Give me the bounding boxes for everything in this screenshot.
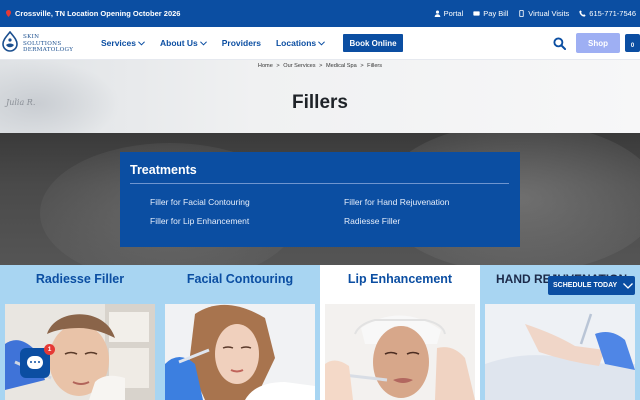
treatment-tabs: Radiesse Filler Facial Contouring Lip En… <box>0 265 640 400</box>
breadcrumb-separator: > <box>360 63 364 69</box>
virtual-visits-label: Virtual Visits <box>528 9 570 18</box>
nav-locations[interactable]: Locations <box>275 38 326 48</box>
card-icon <box>473 11 480 16</box>
tab-label: Radiesse Filler <box>35 272 125 286</box>
breadcrumb-our-services[interactable]: Our Services <box>283 63 315 69</box>
chat-widget-button[interactable]: 1 <box>20 344 55 378</box>
treatment-link-facial-contouring[interactable]: Filler for Facial Contouring <box>150 197 250 207</box>
announcement[interactable]: Crossville, TN Location Opening October … <box>6 9 180 18</box>
chat-notification-badge: 1 <box>44 344 55 355</box>
facial-contouring-photo <box>165 304 315 400</box>
book-online-button[interactable]: Book Online <box>343 34 403 52</box>
nav-services[interactable]: Services <box>101 38 145 48</box>
phone-number: 615-771-7546 <box>589 9 636 18</box>
location-pin-icon <box>6 10 11 17</box>
search-icon[interactable] <box>553 37 566 50</box>
top-links: Portal Pay Bill Virtual Visits 615-771-7… <box>434 9 636 18</box>
nav-services-label: Services <box>101 38 136 48</box>
logo-line-3: DERMATOLOGY <box>23 47 74 54</box>
tab-label: Facial Contouring <box>186 272 294 286</box>
shop-button[interactable]: Shop <box>576 33 620 53</box>
page-title: Fillers <box>292 92 348 113</box>
main-nav: Services About Us Providers Locations <box>101 38 326 48</box>
chevron-down-icon <box>199 40 207 45</box>
portal-link[interactable]: Portal <box>434 9 464 18</box>
phone-device-icon <box>519 10 524 17</box>
tab-label: Lip Enhancement <box>347 272 453 286</box>
chat-dots-icon <box>30 361 40 364</box>
lip-enhancement-photo <box>325 304 475 400</box>
breadcrumb: Home > Our Services > Medical Spa > Fill… <box>0 63 640 69</box>
site-header: SKIN SOLUTIONS DERMATOLOGY Services Abou… <box>0 27 640 60</box>
nav-providers-label: Providers <box>221 38 261 48</box>
pay-bill-label: Pay Bill <box>483 9 509 18</box>
portal-label: Portal <box>443 9 464 18</box>
nav-providers[interactable]: Providers <box>222 38 261 48</box>
breadcrumb-separator: > <box>276 63 280 69</box>
breadcrumb-current: Fillers <box>367 63 383 69</box>
page: Crossville, TN Location Opening October … <box>0 0 640 400</box>
treatments-title: Treatments <box>130 163 197 177</box>
schedule-today-label: SCHEDULE TODAY <box>553 282 618 289</box>
announcement-text: Crossville, TN Location Opening October … <box>15 9 181 18</box>
breadcrumb-medical-spa[interactable]: Medical Spa <box>326 63 357 69</box>
virtual-visits-link[interactable]: Virtual Visits <box>518 9 569 18</box>
hand-rejuvenation-photo <box>485 304 635 400</box>
logo-text: SKIN SOLUTIONS DERMATOLOGY <box>23 34 73 53</box>
logo[interactable]: SKIN SOLUTIONS DERMATOLOGY <box>0 30 82 58</box>
tab-facial-contouring[interactable]: Facial Contouring <box>160 265 320 400</box>
nav-about-us-label: About Us <box>159 38 198 48</box>
treatment-link-lip-enhancement[interactable]: Filler for Lip Enhancement <box>150 216 249 226</box>
treatments-panel: Treatments Filler for Facial Contouring … <box>120 152 520 247</box>
treatment-link-radiesse-filler[interactable]: Radiesse Filler <box>344 216 400 226</box>
chevron-down-icon <box>138 40 145 45</box>
chevron-down-icon <box>318 40 326 45</box>
cart-count: 0 <box>630 43 635 49</box>
nav-about-us[interactable]: About Us <box>160 38 207 48</box>
phone-icon <box>579 10 586 17</box>
tab-lip-enhancement[interactable]: Lip Enhancement <box>320 265 480 400</box>
breadcrumb-home[interactable]: Home <box>258 63 273 69</box>
schedule-today-button[interactable]: SCHEDULE TODAY <box>548 276 635 295</box>
announcement-bar: Crossville, TN Location Opening October … <box>0 0 640 27</box>
cart-button[interactable]: 0 <box>625 34 640 52</box>
phone-link[interactable]: 615-771-7546 <box>579 9 636 18</box>
nav-locations-label: Locations <box>275 38 317 48</box>
person-icon <box>434 10 440 17</box>
breadcrumb-separator: > <box>319 63 323 69</box>
treatment-link-hand-rejuvenation[interactable]: Filler for Hand Rejuvenation <box>344 197 449 207</box>
treatments-divider <box>130 183 509 184</box>
tab-radiesse-filler[interactable]: Radiesse Filler <box>0 265 160 400</box>
pay-bill-link[interactable]: Pay Bill <box>473 9 508 18</box>
chevron-down-icon <box>623 282 634 289</box>
logo-mark-icon <box>2 31 18 52</box>
